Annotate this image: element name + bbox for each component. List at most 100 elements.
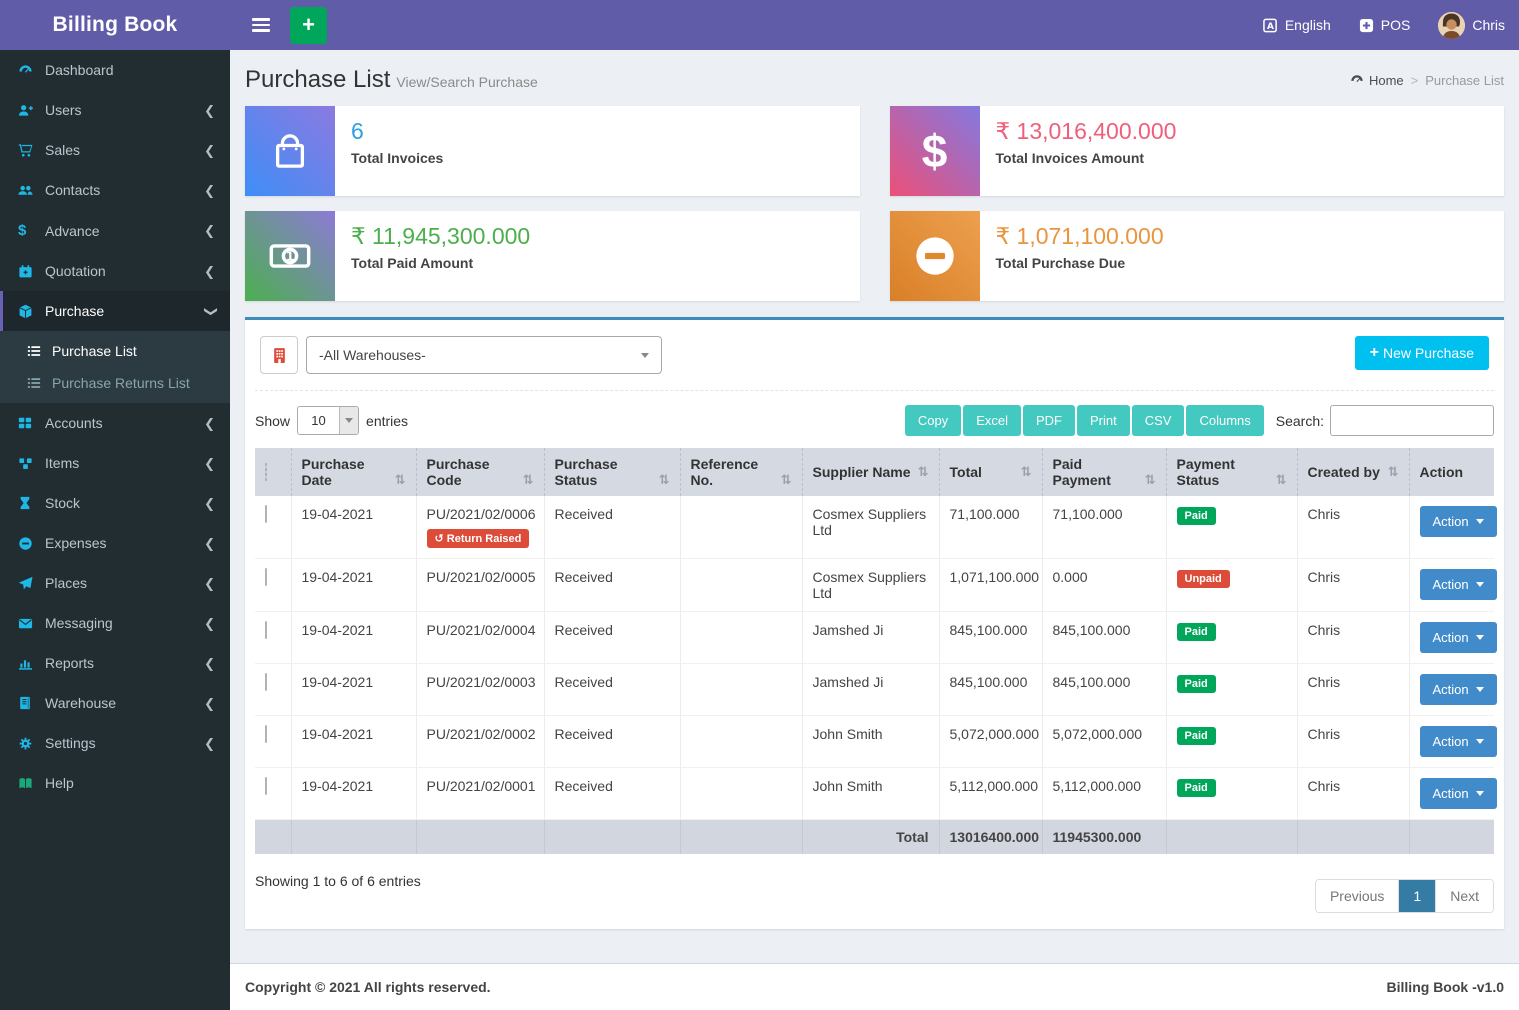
new-purchase-button[interactable]: +New Purchase <box>1355 336 1489 370</box>
col-payment-status[interactable]: Payment Status⇅ <box>1166 448 1297 496</box>
sort-icon[interactable]: ⇅ <box>523 472 534 488</box>
col-reference-no[interactable]: Reference No.⇅ <box>680 448 802 496</box>
row-checkbox[interactable] <box>265 568 267 586</box>
page-length-select[interactable]: 10 <box>297 406 359 435</box>
sidebar-item-sales[interactable]: Sales❮ <box>0 130 230 170</box>
next-page-button[interactable]: Next <box>1435 880 1493 912</box>
sidebar-item-help[interactable]: Help <box>0 763 230 803</box>
col-purchase-status[interactable]: Purchase Status⇅ <box>544 448 680 496</box>
money-bill-icon: 1 <box>245 211 335 301</box>
sort-icon[interactable]: ⇅ <box>918 464 929 480</box>
sort-icon[interactable]: ⇅ <box>1276 472 1287 488</box>
previous-page-button[interactable]: Previous <box>1316 880 1398 912</box>
sidebar-item-expenses[interactable]: Expenses❮ <box>0 523 230 563</box>
sidebar-item-advance[interactable]: $ Advance❮ <box>0 210 230 251</box>
sidebar-item-reports[interactable]: Reports❮ <box>0 643 230 683</box>
sidebar-item-purchase-list[interactable]: Purchase List <box>0 335 230 367</box>
dashboard-icon <box>18 63 45 78</box>
col-created-by[interactable]: Created by⇅ <box>1297 448 1409 496</box>
cell-paid-payment: 845,100.000 <box>1042 664 1166 716</box>
sidebar-item-quotation[interactable]: Quotation❮ <box>0 251 230 291</box>
row-checkbox[interactable] <box>265 621 267 639</box>
sort-icon[interactable]: ⇅ <box>395 472 406 488</box>
app-logo[interactable]: Billing Book <box>0 0 230 50</box>
col-paid-payment[interactable]: Paid Payment⇅ <box>1042 448 1166 496</box>
warehouse-select-value: -All Warehouses- <box>319 347 426 363</box>
columns-button[interactable]: Columns <box>1186 405 1263 436</box>
action-button[interactable]: Action <box>1420 726 1497 757</box>
card-total-paid-amount: 1 ₹ 11,945,300.000 Total Paid Amount <box>245 211 860 301</box>
sort-icon[interactable]: ⇅ <box>659 472 670 488</box>
username-label: Chris <box>1472 17 1505 33</box>
print-button[interactable]: Print <box>1077 405 1130 436</box>
payment-status-badge: Unpaid <box>1177 570 1230 588</box>
cell-reference-no <box>680 716 802 768</box>
col-supplier-name[interactable]: Supplier Name⇅ <box>802 448 939 496</box>
excel-button[interactable]: Excel <box>963 405 1021 436</box>
sort-icon[interactable]: ⇅ <box>781 472 792 488</box>
sidebar-item-users[interactable]: Users❮ <box>0 90 230 130</box>
row-checkbox[interactable] <box>265 725 267 743</box>
row-checkbox[interactable] <box>265 777 267 795</box>
search-input[interactable] <box>1330 405 1494 436</box>
action-button[interactable]: Action <box>1420 506 1497 537</box>
card-total-purchase-due: ₹ 1,071,100.000 Total Purchase Due <box>890 211 1505 301</box>
sidebar-item-accounts[interactable]: Accounts❮ <box>0 403 230 443</box>
csv-button[interactable]: CSV <box>1132 405 1185 436</box>
pdf-button[interactable]: PDF <box>1023 405 1075 436</box>
pos-menu[interactable]: POS <box>1359 17 1411 33</box>
chevron-left-icon: ❮ <box>204 617 215 630</box>
col-purchase-code[interactable]: Purchase Code⇅ <box>416 448 544 496</box>
cell-purchase-date: 19-04-2021 <box>291 496 416 559</box>
navbar-body: + A English POS Chris <box>230 0 1519 50</box>
page-1-button[interactable]: 1 <box>1398 880 1435 912</box>
sort-icon[interactable]: ⇅ <box>1145 472 1156 488</box>
sort-icon[interactable]: ⇅ <box>1021 464 1032 480</box>
cell-purchase-status: Received <box>544 559 680 612</box>
sidebar-item-purchase-returns-list[interactable]: Purchase Returns List <box>0 367 230 399</box>
chevron-left-icon: ❮ <box>204 224 215 237</box>
sort-icon[interactable]: ⇅ <box>1388 464 1399 480</box>
action-button[interactable]: Action <box>1420 778 1497 809</box>
sidebar-item-items[interactable]: Items❮ <box>0 443 230 483</box>
user-menu[interactable]: Chris <box>1438 12 1505 39</box>
top-navbar: Billing Book + A English POS Chris <box>0 0 1519 50</box>
select-all-checkbox[interactable] <box>265 463 267 481</box>
chevron-left-icon: ❮ <box>204 265 215 278</box>
breadcrumb-home-link[interactable]: Home <box>1350 73 1404 88</box>
bar-chart-icon <box>18 656 45 671</box>
plus-icon: + <box>1370 344 1379 362</box>
purchase-submenu: Purchase List Purchase Returns List <box>0 331 230 403</box>
shopping-bag-icon <box>245 106 335 196</box>
warehouse-building-icon <box>260 336 298 374</box>
cell-reference-no <box>680 496 802 559</box>
action-button[interactable]: Action <box>1420 569 1497 600</box>
sidebar-item-warehouse[interactable]: Warehouse❮ <box>0 683 230 723</box>
col-purchase-date[interactable]: Purchase Date⇅ <box>291 448 416 496</box>
col-total[interactable]: Total⇅ <box>939 448 1042 496</box>
payment-status-badge: Paid <box>1177 779 1216 797</box>
sidebar-item-contacts[interactable]: Contacts❮ <box>0 170 230 210</box>
action-button[interactable]: Action <box>1420 674 1497 705</box>
language-menu[interactable]: A English <box>1263 17 1331 33</box>
sidebar-item-places[interactable]: Places❮ <box>0 563 230 603</box>
pagination: Previous 1 Next <box>1315 879 1494 913</box>
quick-add-button[interactable]: + <box>290 7 327 44</box>
calendar-plus-icon <box>18 264 45 279</box>
copy-button[interactable]: Copy <box>905 405 961 436</box>
sidebar-item-purchase[interactable]: Purchase❮ <box>0 291 230 331</box>
sidebar-toggle-icon[interactable] <box>244 0 284 50</box>
card-total-invoices: 6 Total Invoices <box>245 106 860 196</box>
sidebar-item-stock[interactable]: Stock❮ <box>0 483 230 523</box>
sidebar-item-dashboard[interactable]: Dashboard <box>0 50 230 90</box>
warehouse-select[interactable]: -All Warehouses- <box>306 336 662 374</box>
hourglass-icon <box>18 496 45 510</box>
sidebar-item-messaging[interactable]: Messaging❮ <box>0 603 230 643</box>
gears-icon <box>18 736 45 751</box>
grid-icon <box>18 416 45 430</box>
sidebar-item-settings[interactable]: Settings❮ <box>0 723 230 763</box>
row-checkbox[interactable] <box>265 673 267 691</box>
row-checkbox[interactable] <box>265 505 267 523</box>
action-button[interactable]: Action <box>1420 622 1497 653</box>
table-row: 19-04-2021 PU/2021/02/0002 Received John… <box>255 716 1494 768</box>
